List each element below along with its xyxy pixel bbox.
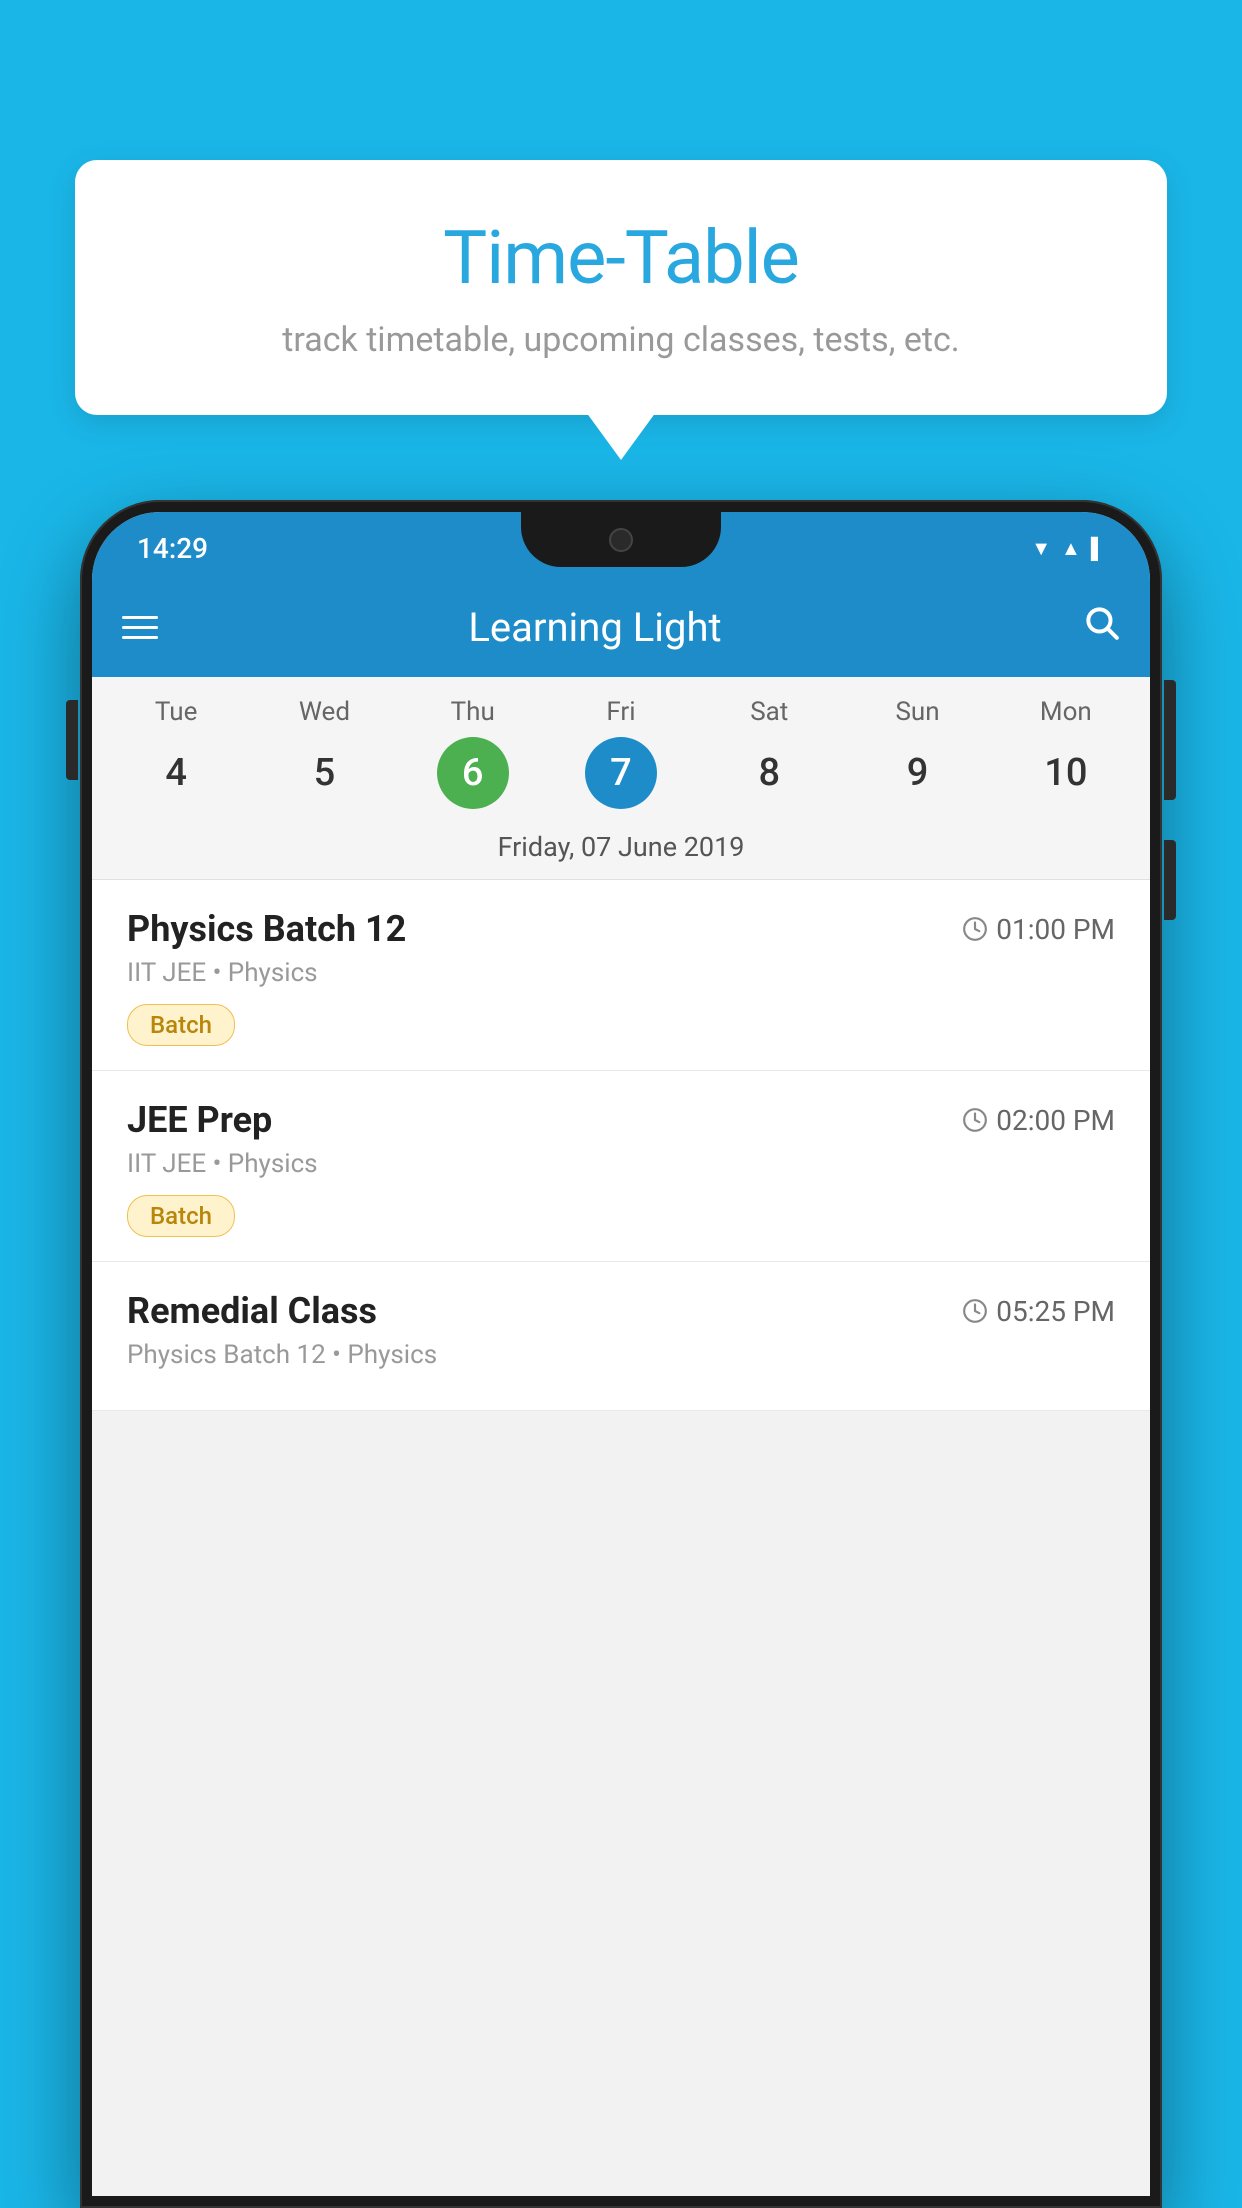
schedule-item[interactable]: Remedial Class 05:25 PM Physics Batch 12… xyxy=(92,1262,1150,1411)
calendar-strip: Tue 4 Wed 5 Thu 6 Fri 7 Sat 8 Sun 9 Mon 10 Friday, 07… xyxy=(92,677,1150,880)
phone-notch xyxy=(521,512,721,567)
phone-frame: 14:29 ▼ ▲ ▌ Learning Light xyxy=(80,500,1162,2208)
schedule-item-time: 02:00 PM xyxy=(962,1104,1115,1137)
day-name: Thu xyxy=(451,697,495,727)
status-icons: ▼ ▲ ▌ xyxy=(1031,536,1105,561)
day-name: Fri xyxy=(606,697,635,727)
batch-badge: Batch xyxy=(127,1195,235,1237)
day-number[interactable]: 8 xyxy=(733,737,805,809)
signal-icon: ▲ xyxy=(1061,536,1081,561)
day-name: Mon xyxy=(1040,697,1092,727)
batch-badge: Batch xyxy=(127,1004,235,1046)
day-number[interactable]: 4 xyxy=(140,737,212,809)
day-name: Sun xyxy=(895,697,939,727)
volume-button xyxy=(66,700,78,780)
schedule-item-time: 01:00 PM xyxy=(962,913,1115,946)
day-col-tue[interactable]: Tue 4 xyxy=(116,697,236,809)
schedule-item-title: Physics Batch 12 xyxy=(127,908,406,950)
day-name: Tue xyxy=(155,697,197,727)
day-col-fri[interactable]: Fri 7 xyxy=(561,697,681,809)
schedule-item-time: 05:25 PM xyxy=(962,1295,1115,1328)
days-row: Tue 4 Wed 5 Thu 6 Fri 7 Sat 8 Sun 9 Mon 10 xyxy=(92,697,1150,821)
clock-icon xyxy=(962,1298,988,1324)
day-col-sat[interactable]: Sat 8 xyxy=(709,697,829,809)
tooltip-container: Time-Table track timetable, upcoming cla… xyxy=(75,160,1167,415)
selected-date-label: Friday, 07 June 2019 xyxy=(92,821,1150,880)
schedule-item[interactable]: Physics Batch 12 01:00 PM IIT JEE • Phys… xyxy=(92,880,1150,1071)
tooltip-subtitle: track timetable, upcoming classes, tests… xyxy=(135,320,1107,360)
app-bar: Learning Light xyxy=(92,577,1150,677)
day-col-wed[interactable]: Wed 5 xyxy=(264,697,384,809)
schedule-item-subtitle: IIT JEE • Physics xyxy=(127,1149,1115,1179)
day-col-thu[interactable]: Thu 6 xyxy=(413,697,533,809)
status-time: 14:29 xyxy=(137,532,208,565)
schedule-item-header: Remedial Class 05:25 PM xyxy=(127,1290,1115,1332)
schedule-item-header: JEE Prep 02:00 PM xyxy=(127,1099,1115,1141)
tooltip-bubble: Time-Table track timetable, upcoming cla… xyxy=(75,160,1167,415)
day-number[interactable]: 5 xyxy=(288,737,360,809)
phone-screen: 14:29 ▼ ▲ ▌ Learning Light xyxy=(92,512,1150,2196)
wifi-icon: ▼ xyxy=(1031,536,1051,561)
schedule-item-subtitle: IIT JEE • Physics xyxy=(127,958,1115,988)
app-title: Learning Light xyxy=(108,604,1082,651)
day-col-mon[interactable]: Mon 10 xyxy=(1006,697,1126,809)
clock-icon xyxy=(962,916,988,942)
day-name: Wed xyxy=(299,697,350,727)
volume-down-button xyxy=(1164,840,1176,920)
search-button[interactable] xyxy=(1082,603,1120,651)
day-number[interactable]: 9 xyxy=(882,737,954,809)
schedule-list: Physics Batch 12 01:00 PM IIT JEE • Phys… xyxy=(92,880,1150,1411)
schedule-item-subtitle: Physics Batch 12 • Physics xyxy=(127,1340,1115,1370)
schedule-item-title: JEE Prep xyxy=(127,1099,272,1141)
front-camera xyxy=(609,528,633,552)
day-number[interactable]: 7 xyxy=(585,737,657,809)
day-col-sun[interactable]: Sun 9 xyxy=(858,697,978,809)
schedule-item-header: Physics Batch 12 01:00 PM xyxy=(127,908,1115,950)
schedule-item-title: Remedial Class xyxy=(127,1290,377,1332)
day-number[interactable]: 6 xyxy=(437,737,509,809)
day-number[interactable]: 10 xyxy=(1030,737,1102,809)
day-name: Sat xyxy=(750,697,788,727)
schedule-item[interactable]: JEE Prep 02:00 PM IIT JEE • Physics Batc… xyxy=(92,1071,1150,1262)
clock-icon xyxy=(962,1107,988,1133)
power-button xyxy=(1164,680,1176,800)
battery-icon: ▌ xyxy=(1091,536,1105,561)
tooltip-title: Time-Table xyxy=(135,215,1107,302)
